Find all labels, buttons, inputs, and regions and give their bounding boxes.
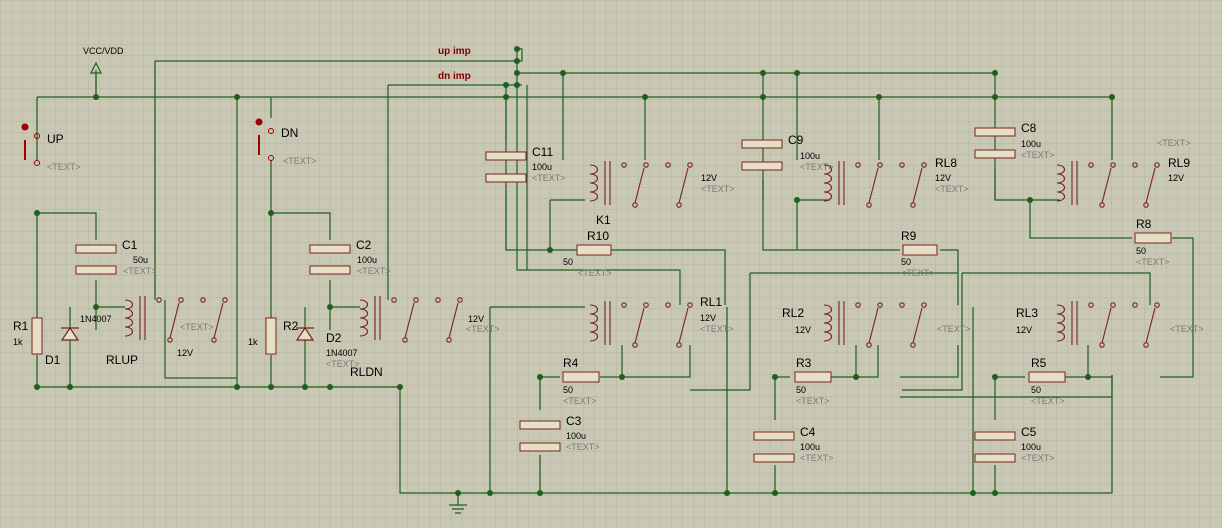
r9-text: <TEXT> [901, 268, 935, 278]
r9-ref: R9 [901, 229, 917, 243]
resistor-r8[interactable] [1134, 232, 1172, 244]
rl2-value: 12V [795, 325, 811, 335]
resistor-r5[interactable] [1028, 371, 1066, 383]
switch-up-ref: UP [47, 132, 64, 146]
resistor-r4[interactable] [562, 371, 600, 383]
rldn-value: 12V [468, 314, 484, 324]
c2-ref: C2 [356, 238, 372, 252]
c4-text: <TEXT> [800, 453, 834, 463]
c8-ref: C8 [1021, 121, 1037, 135]
rl8-value: 12V [935, 173, 951, 183]
resistor-r9[interactable] [902, 244, 938, 256]
rl8-text: <TEXT> [935, 184, 969, 194]
c11-value: 100u [532, 162, 552, 172]
r10-value: 50 [563, 257, 573, 267]
r5-ref: R5 [1031, 356, 1047, 370]
rl3-value: 12V [1016, 325, 1032, 335]
rl8-ref: RL8 [935, 156, 957, 170]
switch-dn-text: <TEXT> [283, 156, 317, 166]
r4-ref: R4 [563, 356, 579, 370]
rlup-value: 12V [177, 348, 193, 358]
r4-value: 50 [563, 385, 573, 395]
r8-text: <TEXT> [1136, 257, 1170, 267]
resistor-r3[interactable] [794, 371, 832, 383]
c4-value: 100u [800, 442, 820, 452]
rl3-ref: RL3 [1016, 306, 1038, 320]
vcc-label: VCC/VDD [83, 46, 124, 56]
schematic-canvas: VCC/VDD up imp dn imp UP <TEXT> DN <TEXT… [0, 0, 1222, 528]
k1-value: 12V [701, 173, 717, 183]
switch-up-text: <TEXT> [47, 162, 81, 172]
rl1-value: 12V [700, 313, 716, 323]
r10-ref: R10 [587, 229, 609, 243]
c5-ref: C5 [1021, 425, 1037, 439]
c5-text: <TEXT> [1021, 453, 1055, 463]
rl1-text: <TEXT> [700, 324, 734, 334]
rlup-text: <TEXT> [180, 322, 214, 332]
r1-value: 1k [13, 337, 23, 347]
c1-value: 50u [133, 255, 148, 265]
c1-ref: C1 [122, 238, 138, 252]
rl9-ref: RL9 [1168, 156, 1190, 170]
r4-text: <TEXT> [563, 396, 597, 406]
c11-text: <TEXT> [532, 173, 566, 183]
r1-ref: R1 [13, 319, 29, 333]
r3-ref: R3 [796, 356, 812, 370]
c9-value: 100u [800, 151, 820, 161]
rl2-ref: RL2 [782, 306, 804, 320]
rl9-value: 12V [1168, 173, 1184, 183]
rl1-ref: RL1 [700, 295, 722, 309]
resistor-r1[interactable] [31, 317, 43, 355]
c9-text: <TEXT> [800, 162, 834, 172]
r9-value: 50 [901, 257, 911, 267]
r5-value: 50 [1031, 385, 1041, 395]
rldn-text: <TEXT> [466, 324, 500, 334]
rl3-text: <TEXT> [1170, 324, 1204, 334]
c9-ref: C9 [788, 133, 804, 147]
d1-ref: D1 [45, 353, 61, 367]
rl9-text: <TEXT> [1157, 138, 1191, 148]
d2-value: 1N4007 [326, 348, 358, 358]
c4-ref: C4 [800, 425, 816, 439]
net-label-up-imp: up imp [438, 46, 471, 57]
c2-text: <TEXT> [357, 266, 391, 276]
resistor-r10[interactable] [576, 244, 612, 256]
k1-ref: K1 [596, 213, 611, 227]
c8-value: 100u [1021, 139, 1041, 149]
c2-value: 100u [357, 255, 377, 265]
r2-value: 1k [248, 337, 258, 347]
c8-text: <TEXT> [1021, 150, 1055, 160]
r8-ref: R8 [1136, 217, 1152, 231]
r3-value: 50 [796, 385, 806, 395]
rlup-ref: RLUP [106, 353, 138, 367]
c3-value: 100u [566, 431, 586, 441]
r3-text: <TEXT> [796, 396, 830, 406]
k1-text: <TEXT> [701, 184, 735, 194]
resistor-r2[interactable] [265, 317, 277, 355]
c1-text: <TEXT> [123, 266, 157, 276]
net-label-dn-imp: dn imp [438, 71, 471, 82]
switch-dn-ref: DN [281, 126, 298, 140]
d1-value: 1N4007 [80, 314, 112, 324]
r8-value: 50 [1136, 246, 1146, 256]
c3-ref: C3 [566, 414, 582, 428]
d2-ref: D2 [326, 331, 342, 345]
r5-text: <TEXT> [1031, 396, 1065, 406]
r2-ref: R2 [283, 319, 299, 333]
c5-value: 100u [1021, 442, 1041, 452]
c3-text: <TEXT> [566, 442, 600, 452]
rl2-text: <TEXT> [937, 324, 971, 334]
r10-text: <TEXT> [578, 268, 612, 278]
c11-ref: C11 [532, 145, 553, 159]
rldn-ref: RLDN [350, 365, 383, 379]
